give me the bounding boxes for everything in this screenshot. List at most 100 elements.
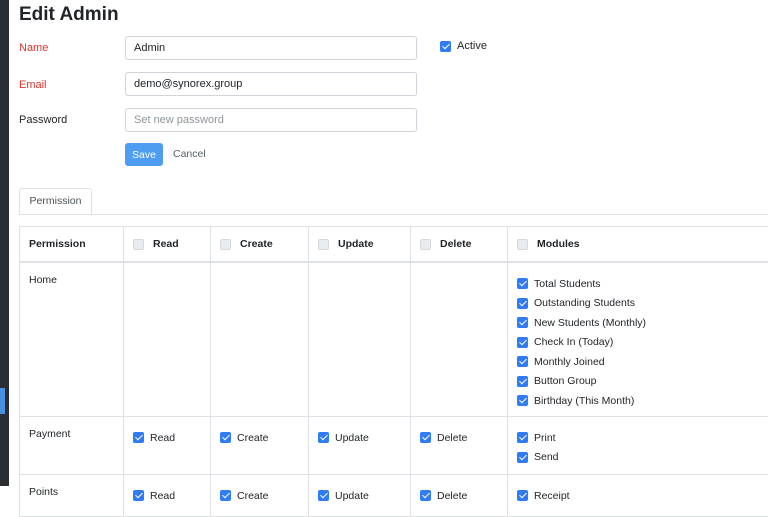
- module-checkbox[interactable]: Total Students: [517, 274, 768, 294]
- module-checkbox[interactable]: New Students (Monthly): [517, 313, 768, 333]
- module-checkbox[interactable]: Receipt: [517, 486, 768, 506]
- header-modules-cell: Modules: [508, 227, 768, 263]
- create-cell: [211, 262, 309, 417]
- module-checkbox[interactable]: Check In (Today): [517, 333, 768, 353]
- checkbox-icon[interactable]: [517, 298, 528, 309]
- checkbox-icon[interactable]: [517, 337, 528, 348]
- checkbox-label: Delete: [437, 432, 467, 444]
- delete-checkbox[interactable]: Delete: [420, 428, 498, 448]
- page-title: Edit Admin: [19, 4, 119, 26]
- sidebar-active-indicator: [0, 388, 5, 414]
- read-cell: [124, 262, 211, 417]
- checkbox-icon[interactable]: [220, 490, 231, 501]
- tab-divider: [19, 214, 768, 215]
- delete-cell: [411, 262, 508, 417]
- cancel-button[interactable]: Cancel: [167, 143, 212, 166]
- update-checkbox[interactable]: Update: [318, 428, 401, 448]
- header-read: Read: [153, 238, 179, 250]
- table-row-home: Home Total Students Outstanding Students…: [20, 262, 768, 417]
- module-label: Birthday (This Month): [534, 395, 634, 407]
- checkbox-label: Update: [335, 490, 369, 502]
- module-checkbox[interactable]: Birthday (This Month): [517, 391, 768, 411]
- checkbox-icon[interactable]: [517, 395, 528, 406]
- header-read-cell: Read: [124, 227, 211, 263]
- checkbox-icon[interactable]: [517, 278, 528, 289]
- select-all-update-checkbox[interactable]: [318, 239, 329, 250]
- checkbox-label: Delete: [437, 490, 467, 502]
- module-label: Print: [534, 432, 556, 444]
- active-checkbox-icon[interactable]: [440, 41, 451, 52]
- update-checkbox[interactable]: Update: [318, 486, 401, 506]
- checkbox-icon[interactable]: [133, 490, 144, 501]
- module-label: Outstanding Students: [534, 297, 635, 309]
- delete-checkbox[interactable]: Delete: [420, 486, 498, 506]
- header-create: Create: [240, 238, 273, 250]
- module-label: New Students (Monthly): [534, 317, 646, 329]
- select-all-create-checkbox[interactable]: [220, 239, 231, 250]
- read-checkbox[interactable]: Read: [133, 428, 201, 448]
- read-cell: Read: [124, 417, 211, 475]
- create-checkbox[interactable]: Create: [220, 486, 299, 506]
- module-checkbox[interactable]: Print: [517, 428, 768, 448]
- checkbox-icon[interactable]: [517, 490, 528, 501]
- module-label: Total Students: [534, 278, 601, 290]
- checkbox-icon[interactable]: [517, 376, 528, 387]
- create-cell: Create: [211, 475, 309, 517]
- module-checkbox[interactable]: Monthly Joined: [517, 352, 768, 372]
- read-cell: Read: [124, 475, 211, 517]
- row-name: Points: [20, 475, 124, 517]
- checkbox-icon[interactable]: [220, 432, 231, 443]
- tab-permission[interactable]: Permission: [19, 188, 92, 214]
- checkbox-label: Create: [237, 432, 269, 444]
- checkbox-icon[interactable]: [517, 356, 528, 367]
- header-permission: Permission: [20, 227, 124, 263]
- table-header-row: Permission Read Create Update Delete Mod…: [20, 227, 768, 263]
- email-label: Email: [19, 79, 47, 91]
- checkbox-icon[interactable]: [420, 490, 431, 501]
- update-cell: Update: [309, 417, 411, 475]
- password-input[interactable]: [125, 108, 417, 132]
- header-create-cell: Create: [211, 227, 309, 263]
- modules-cell: Total Students Outstanding Students New …: [508, 262, 768, 417]
- checkbox-icon[interactable]: [420, 432, 431, 443]
- checkbox-label: Create: [237, 490, 269, 502]
- header-update: Update: [338, 238, 374, 250]
- name-label: Name: [19, 42, 48, 54]
- checkbox-icon[interactable]: [318, 432, 329, 443]
- read-checkbox[interactable]: Read: [133, 486, 201, 506]
- active-label: Active: [457, 40, 487, 52]
- module-checkbox[interactable]: Send: [517, 448, 768, 468]
- active-checkbox[interactable]: Active: [440, 40, 487, 52]
- update-cell: [309, 262, 411, 417]
- checkbox-icon[interactable]: [133, 432, 144, 443]
- header-update-cell: Update: [309, 227, 411, 263]
- checkbox-label: Read: [150, 490, 175, 502]
- header-delete: Delete: [440, 238, 472, 250]
- email-input[interactable]: [125, 72, 417, 96]
- module-checkbox[interactable]: Outstanding Students: [517, 294, 768, 314]
- password-label: Password: [19, 114, 67, 126]
- select-all-modules-checkbox[interactable]: [517, 239, 528, 250]
- module-checkbox[interactable]: Button Group: [517, 372, 768, 392]
- select-all-read-checkbox[interactable]: [133, 239, 144, 250]
- checkbox-label: Read: [150, 432, 175, 444]
- checkbox-icon[interactable]: [517, 317, 528, 328]
- module-label: Send: [534, 451, 559, 463]
- checkbox-icon[interactable]: [517, 452, 528, 463]
- checkbox-label: Update: [335, 432, 369, 444]
- save-button[interactable]: Save: [125, 143, 163, 166]
- delete-cell: Delete: [411, 417, 508, 475]
- name-input[interactable]: [125, 36, 417, 60]
- checkbox-icon[interactable]: [318, 490, 329, 501]
- create-cell: Create: [211, 417, 309, 475]
- checkbox-icon[interactable]: [517, 432, 528, 443]
- header-modules: Modules: [537, 238, 580, 250]
- row-name: Payment: [20, 417, 124, 475]
- module-label: Check In (Today): [534, 336, 613, 348]
- delete-cell: Delete: [411, 475, 508, 517]
- module-label: Receipt: [534, 490, 570, 502]
- permission-table: Permission Read Create Update Delete Mod…: [19, 226, 768, 517]
- row-name: Home: [20, 262, 124, 417]
- select-all-delete-checkbox[interactable]: [420, 239, 431, 250]
- create-checkbox[interactable]: Create: [220, 428, 299, 448]
